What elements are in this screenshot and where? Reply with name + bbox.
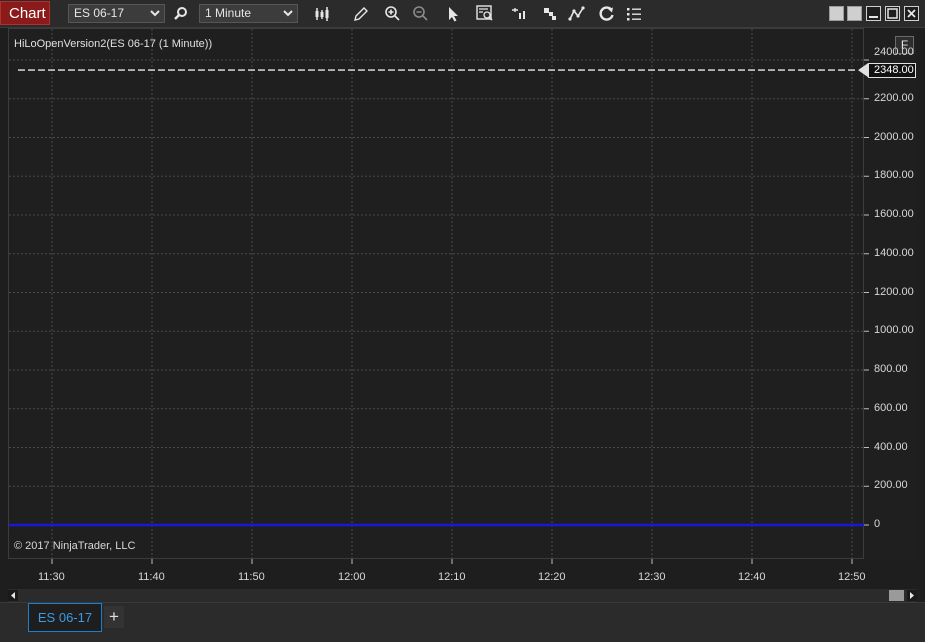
- y-tick-label: 1000.00: [874, 324, 914, 337]
- price-marker-arrow: [858, 63, 868, 78]
- y-tick-label: 1600.00: [874, 208, 914, 220]
- y-tick-label: 200.00: [874, 479, 908, 492]
- x-tick-label: 12:10: [438, 571, 466, 583]
- indicator-label: HiLoOpenVersion2(ES 06-17 (1 Minute)): [14, 38, 213, 50]
- y-tick-label: 600.00: [874, 401, 908, 414]
- y-tick-label: 2200.00: [874, 91, 914, 104]
- horizontal-scrollbar[interactable]: [8, 589, 917, 602]
- y-tick-label: 2000.00: [874, 130, 914, 143]
- add-tab-button[interactable]: +: [104, 606, 124, 628]
- chart-canvas: [9, 29, 869, 564]
- x-tick-label: 12:50: [838, 571, 866, 583]
- x-tick-label: 11:40: [138, 571, 165, 583]
- copyright-text: © 2017 NinjaTrader, LLC: [14, 540, 136, 552]
- y-tick-label: 800.00: [874, 363, 908, 375]
- x-tick-label: 12:30: [638, 571, 666, 583]
- price-marker: 2348.00: [868, 63, 916, 78]
- y-tick-label: 1200.00: [874, 285, 914, 298]
- x-tick-label: 12:00: [338, 571, 366, 583]
- x-tick-label: 11:30: [38, 571, 65, 583]
- tab-es-06-17[interactable]: ES 06-17: [28, 603, 102, 632]
- x-tick-label: 12:40: [738, 571, 766, 583]
- x-tick-label: 12:20: [538, 571, 566, 583]
- y-tick-label: 1400.00: [874, 246, 914, 259]
- x-tick-label: 11:50: [238, 571, 265, 583]
- y-tick-label: 0: [874, 518, 881, 530]
- scroll-thumb: [889, 590, 904, 601]
- tab-bar: [0, 602, 925, 642]
- y-tick-label: 2400.00: [874, 46, 914, 58]
- y-tick-label: 400.00: [874, 440, 908, 453]
- y-tick-label: 1800.00: [874, 169, 914, 182]
